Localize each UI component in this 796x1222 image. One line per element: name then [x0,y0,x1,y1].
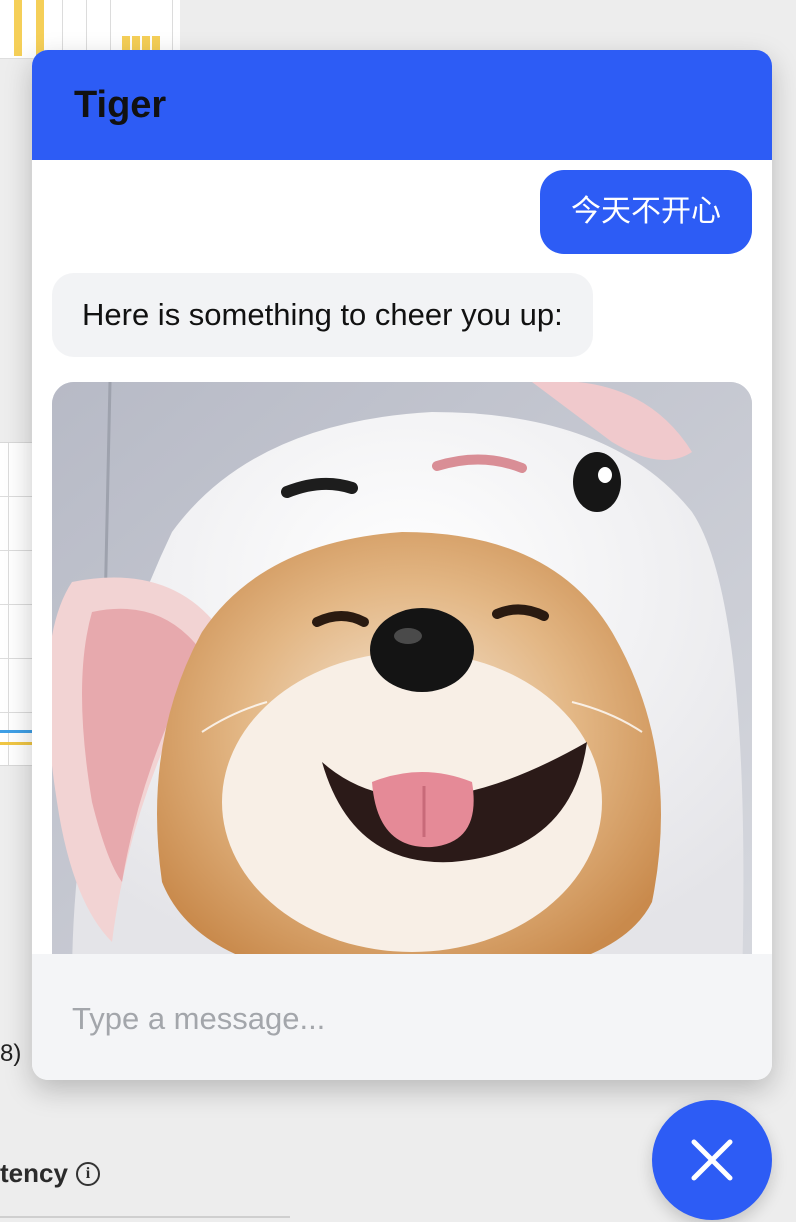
chart-bar [14,0,22,56]
background-chart-grid [0,442,32,766]
message-input[interactable] [52,984,772,1054]
background-text-fragment: 8) [0,1040,22,1067]
chat-window: Tiger 今天不开心 Here is something to cheer y… [32,50,772,1080]
grid-line [8,443,9,765]
close-chat-button[interactable] [652,1100,772,1220]
section-heading-label: tency [0,1158,68,1188]
background-section-heading: tency i [0,1158,100,1189]
chart-bar [36,0,44,56]
grid-line [0,550,32,551]
info-icon[interactable]: i [75,1161,100,1186]
grid-line [0,712,32,713]
bot-message-bubble: Here is something to cheer you up: [52,273,593,357]
message-list[interactable]: 今天不开心 Here is something to cheer you up: [32,160,772,954]
bot-image-shiba-in-bunny-hood [52,382,752,954]
message-composer [32,954,772,1080]
divider [0,1216,290,1218]
grid-line [0,604,32,605]
chart-series-line [0,742,32,745]
chat-header: Tiger [32,50,772,160]
grid-line [0,496,32,497]
chart-series-line [0,730,32,733]
chat-title: Tiger [74,84,167,126]
user-message-bubble: 今天不开心 [540,170,752,254]
grid-line [0,658,32,659]
close-icon [691,1139,733,1181]
